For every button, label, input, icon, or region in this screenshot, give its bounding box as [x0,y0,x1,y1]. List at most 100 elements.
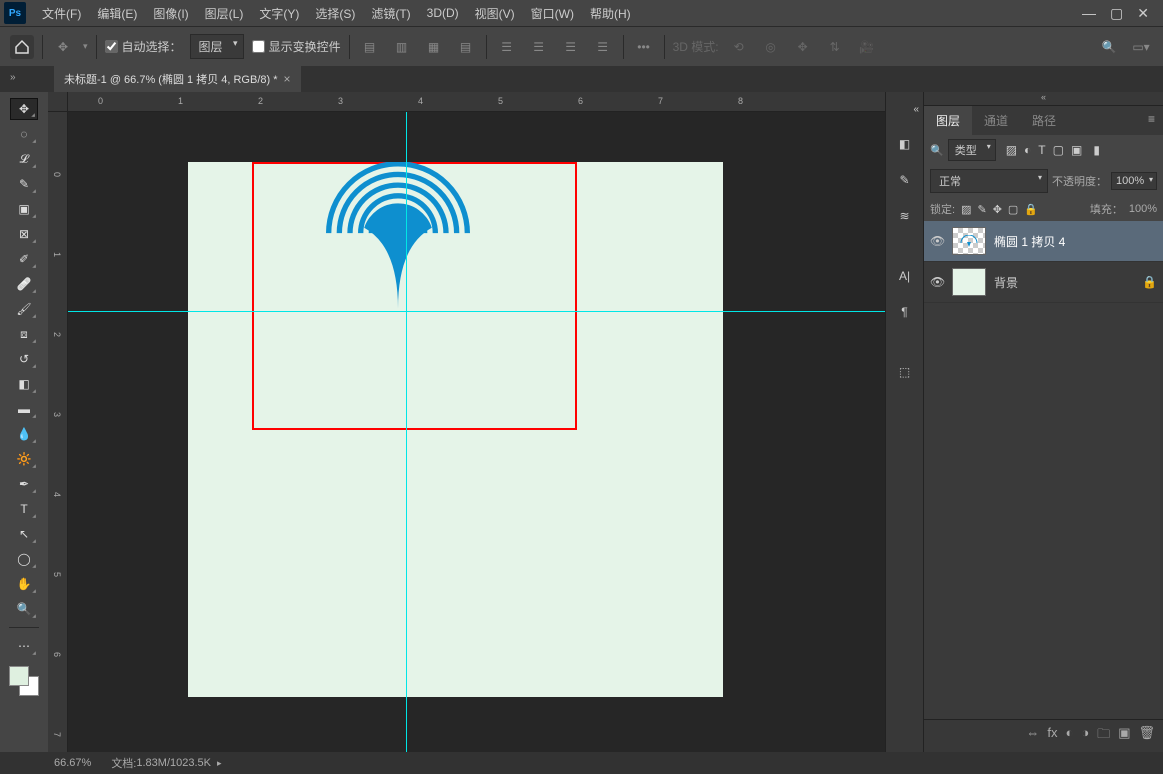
delete-layer-icon[interactable]: 🗑 [1138,725,1155,747]
document-canvas[interactable] [188,162,723,697]
type-tool[interactable]: T [10,498,38,520]
crop-tool[interactable]: ▣ [10,198,38,220]
minimize-button[interactable]: — [1082,5,1096,22]
filter-smart-icon[interactable]: ▣ [1071,143,1082,157]
guide-horizontal[interactable] [68,311,885,312]
lock-image-icon[interactable]: ✎ [977,203,986,216]
guide-vertical[interactable] [406,112,407,752]
lasso-tool[interactable]: 𝓛 [10,148,38,170]
layer-row[interactable]: 👁 椭圆 1 拷贝 4 [924,221,1163,262]
eraser-tool[interactable]: ◧ [10,373,38,395]
shape-tool[interactable]: ◯ [10,548,38,570]
blend-mode-dropdown[interactable]: 正常 [930,169,1048,193]
blur-tool[interactable]: 💧 [10,423,38,445]
doc-info-value[interactable]: 1.83M/1023.5K [136,757,211,769]
layer-name[interactable]: 椭圆 1 拷贝 4 [994,233,1065,250]
maximize-button[interactable]: ▢ [1110,5,1123,22]
ruler-horizontal[interactable]: 0 1 2 3 4 5 6 7 8 [68,92,885,112]
marquee-tool[interactable]: ◌ [10,123,38,145]
layer-thumbnail[interactable] [952,227,986,255]
zoom-level[interactable]: 66.67% [48,757,111,769]
lock-artboard-icon[interactable]: ▢ [1008,203,1018,216]
tab-layers[interactable]: 图层 [924,106,972,135]
healing-tool[interactable]: 🩹 [10,273,38,295]
move-tool[interactable]: ✥ [10,98,38,120]
close-tab-icon[interactable]: × [284,72,291,86]
panel-collapse-icon[interactable]: « [924,92,1163,106]
gradient-tool[interactable]: ▬ [10,398,38,420]
more-options-icon[interactable]: ••• [632,36,656,58]
filter-pixel-icon[interactable]: ▨ [1006,143,1017,157]
paragraph-panel-icon[interactable]: ¶ [894,301,916,323]
auto-select-checkbox[interactable]: 自动选择： [105,38,182,55]
fill-input[interactable]: 100% [1129,203,1157,215]
align-right-icon[interactable]: ▦ [422,36,446,58]
lock-transparency-icon[interactable]: ▨ [961,203,971,216]
expand-tabs-icon[interactable]: » [4,66,22,89]
dodge-tool[interactable]: 🔆 [10,448,38,470]
search-icon[interactable]: 🔍 [1097,36,1121,58]
color-swatch[interactable] [9,666,39,696]
foreground-color-swatch[interactable] [9,666,29,686]
canvas-area[interactable]: 0 1 2 3 4 5 6 7 8 0 1 2 3 4 5 6 7 [48,92,885,752]
opacity-input[interactable]: 100% [1111,172,1157,190]
menu-edit[interactable]: 编辑(E) [89,1,145,26]
3d-panel-icon[interactable]: ⬚ [894,361,916,383]
path-select-tool[interactable]: ↖ [10,523,38,545]
menu-view[interactable]: 视图(V) [467,1,523,26]
dock-collapse-icon[interactable]: « [909,100,923,119]
eyedropper-tool[interactable]: ✐ [10,248,38,270]
filter-shape-icon[interactable]: ▢ [1053,143,1064,157]
menu-type[interactable]: 文字(Y) [251,1,307,26]
visibility-toggle-icon[interactable]: 👁 [930,275,944,289]
brush-tool[interactable]: 🖌 [10,298,38,320]
tab-paths[interactable]: 路径 [1020,106,1068,135]
menu-select[interactable]: 选择(S) [307,1,363,26]
show-transform-checkbox[interactable]: 显示变换控件 [252,38,341,55]
new-layer-icon[interactable]: ▣ [1118,725,1130,747]
hand-tool[interactable]: ✋ [10,573,38,595]
distribute-top-icon[interactable]: ☰ [495,36,519,58]
menu-image[interactable]: 图像(I) [145,1,196,26]
adjustments-panel-icon[interactable]: ◧ [894,133,916,155]
distribute-bottom-icon[interactable]: ☰ [559,36,583,58]
lock-all-icon[interactable]: 🔒 [1024,203,1038,216]
align-hcenter-icon[interactable]: ▥ [390,36,414,58]
tab-channels[interactable]: 通道 [972,106,1020,135]
edit-toolbar-icon[interactable]: ⋯ [10,635,38,657]
layer-thumbnail[interactable] [952,268,986,296]
filter-toggle-icon[interactable]: ▮ [1093,143,1100,157]
clone-stamp-tool[interactable]: ⧈ [10,323,38,345]
filter-adjustment-icon[interactable]: ◐ [1024,143,1031,157]
visibility-toggle-icon[interactable]: 👁 [930,234,944,248]
lock-position-icon[interactable]: ✥ [993,203,1002,216]
workspace-switch-icon[interactable]: ▭▾ [1129,36,1153,58]
home-button[interactable] [10,35,34,59]
menu-3d[interactable]: 3D(D) [419,2,467,24]
layer-name[interactable]: 背景 [994,274,1018,291]
align-left-icon[interactable]: ▤ [358,36,382,58]
pen-tool[interactable]: ✒ [10,473,38,495]
ruler-origin[interactable] [48,92,68,112]
layer-group-icon[interactable]: 🗀 [1097,725,1110,747]
panel-menu-icon[interactable]: ≡ [1140,106,1163,135]
adjustment-layer-icon[interactable]: ◑ [1081,725,1089,747]
zoom-tool[interactable]: 🔍 [10,598,38,620]
menu-file[interactable]: 文件(F) [34,1,89,26]
menu-filter[interactable]: 滤镜(T) [363,1,418,26]
move-tool-icon[interactable]: ✥ [51,36,75,58]
auto-select-target-dropdown[interactable]: 图层 [190,34,244,59]
document-tab[interactable]: 未标题-1 @ 66.7% (椭圆 1 拷贝 4, RGB/8) * × [54,66,301,92]
swatches-panel-icon[interactable]: ≋ [894,205,916,227]
menu-help[interactable]: 帮助(H) [582,1,639,26]
distribute-vcenter-icon[interactable]: ☰ [527,36,551,58]
styles-panel-icon[interactable]: ✎ [894,169,916,191]
character-panel-icon[interactable]: A| [894,265,916,287]
ruler-vertical[interactable]: 0 1 2 3 4 5 6 7 [48,112,68,752]
layer-style-icon[interactable]: fx [1047,725,1057,747]
menu-window[interactable]: 窗口(W) [523,1,582,26]
layer-row[interactable]: 👁 背景 🔒 [924,262,1163,303]
distribute-left-icon[interactable]: ☰ [591,36,615,58]
close-button[interactable]: ✕ [1137,5,1149,22]
layer-mask-icon[interactable]: ◐ [1065,725,1073,747]
